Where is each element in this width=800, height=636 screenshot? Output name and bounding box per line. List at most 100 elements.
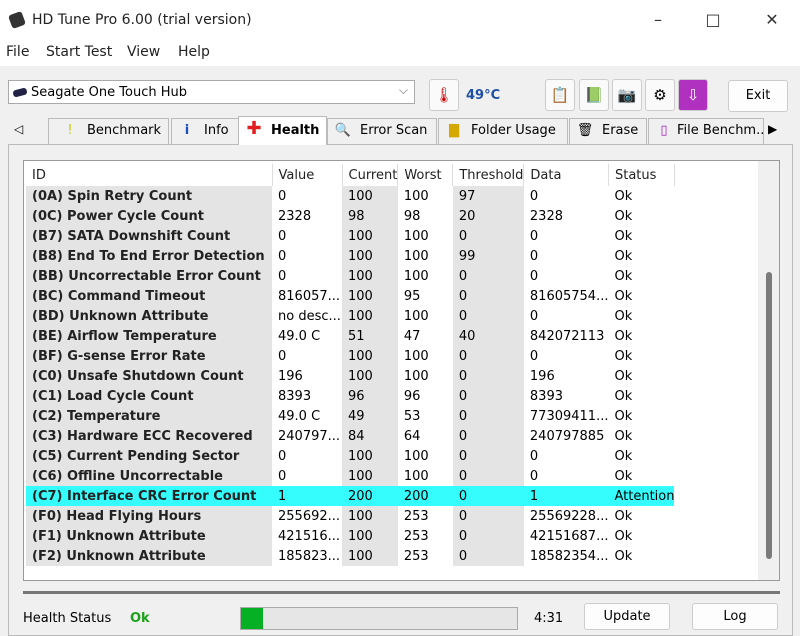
cell-current: 100 bbox=[342, 506, 398, 526]
column-threshold[interactable]: Threshold bbox=[452, 164, 525, 186]
copy-image-button[interactable]: 📗 bbox=[579, 79, 609, 111]
column-worst[interactable]: Worst bbox=[397, 164, 454, 186]
table-row[interactable]: (BB) Uncorrectable Error Count 0 100 100 0 0 O… bbox=[26, 266, 674, 286]
vertical-scrollbar[interactable] bbox=[758, 161, 779, 580]
table-row[interactable]: (C0) Unsafe Shutdown Count 196 100 100 0 196 O… bbox=[26, 366, 674, 386]
cell-id: (BE) Airflow Temperature bbox=[26, 326, 272, 346]
window-title: HD Tune Pro 6.00 (trial version) bbox=[32, 12, 252, 28]
cell-worst: 100 bbox=[403, 448, 429, 464]
cell-id: (C5) Current Pending Sector bbox=[26, 446, 272, 466]
column-value[interactable]: Value bbox=[272, 164, 343, 186]
cell-current: 100 bbox=[342, 526, 398, 546]
cell-status: Ok bbox=[614, 428, 633, 444]
table-row[interactable]: (C5) Current Pending Sector 0 100 100 0 0 Ok bbox=[26, 446, 674, 466]
table-row[interactable]: (0C) Power Cycle Count 2328 98 98 20 2328 Ok bbox=[26, 206, 674, 226]
tab-benchmark[interactable]: ! Benchmark bbox=[48, 118, 169, 144]
close-button[interactable]: ✕ bbox=[762, 10, 782, 30]
table-row[interactable]: (B7) SATA Downshift Count 0 100 100 0 0 Ok bbox=[26, 226, 674, 246]
cell-id: (BD) Unknown Attribute bbox=[26, 306, 272, 326]
table-row[interactable]: (BD) Unknown Attribute no desc... 100 100 0 0… bbox=[26, 306, 674, 326]
cell-threshold: 0 bbox=[452, 386, 524, 406]
copy-text-button[interactable]: 📋 bbox=[545, 79, 575, 111]
scrollbar-thumb[interactable] bbox=[766, 272, 772, 559]
cell-worst: 100 bbox=[403, 228, 429, 244]
screenshot-button[interactable]: 📷 bbox=[612, 79, 642, 111]
progress-bar bbox=[240, 607, 518, 630]
tab-file-benchmark[interactable]: ▯ File Benchm... bbox=[648, 118, 764, 144]
table-row[interactable]: (F0) Head Flying Hours 255692... 100 253 0 25… bbox=[26, 506, 674, 526]
cell-data: 0 bbox=[529, 468, 539, 484]
exit-button[interactable]: Exit bbox=[728, 80, 788, 112]
table-row[interactable]: (BE) Airflow Temperature 49.0 C 51 47 40 8420… bbox=[26, 326, 674, 346]
cell-current: 100 bbox=[342, 286, 398, 306]
column-current[interactable]: Current bbox=[342, 164, 399, 186]
cell-value: 0 bbox=[278, 348, 287, 364]
menu-file[interactable]: File bbox=[6, 44, 29, 60]
cell-threshold: 20 bbox=[452, 206, 524, 226]
cell-data: 0 bbox=[529, 248, 539, 264]
cell-threshold: 0 bbox=[452, 486, 524, 506]
cell-value: 240797... bbox=[278, 428, 341, 444]
drive-select[interactable]: Seagate One Touch Hub ⌵ bbox=[8, 80, 415, 104]
cell-value: 816057... bbox=[278, 288, 341, 304]
table-row[interactable]: (BC) Command Timeout 816057... 100 95 0 81605… bbox=[26, 286, 674, 306]
cell-current: 200 bbox=[342, 486, 398, 506]
drive-name: Seagate One Touch Hub bbox=[31, 85, 187, 100]
cell-id: (C7) Interface CRC Error Count bbox=[26, 486, 272, 506]
cell-status: Ok bbox=[614, 528, 633, 544]
cell-worst: 100 bbox=[403, 308, 429, 324]
minimize-button[interactable]: – bbox=[648, 10, 668, 30]
options-button[interactable]: ⚙ bbox=[645, 79, 675, 111]
cell-threshold: 0 bbox=[452, 226, 524, 246]
table-row[interactable]: (C6) Offline Uncorrectable 0 100 100 0 0 Ok bbox=[26, 466, 674, 486]
cell-value: 421516... bbox=[278, 528, 341, 544]
tab-health[interactable]: ✚ Health bbox=[238, 116, 327, 145]
cell-current: 100 bbox=[342, 346, 398, 366]
menu-start-test[interactable]: Start Test bbox=[46, 44, 112, 60]
column-data[interactable]: Data bbox=[523, 164, 609, 186]
tab-folder-usage[interactable]: ▇ Folder Usage bbox=[438, 118, 568, 144]
tab-erase[interactable]: 🗑 Erase bbox=[569, 118, 647, 144]
table-row[interactable]: (F2) Unknown Attribute 185823... 100 253 0 18… bbox=[26, 546, 674, 566]
red-cross-icon: ✚ bbox=[246, 118, 262, 139]
cell-status: Ok bbox=[614, 228, 633, 244]
cell-current: 100 bbox=[342, 466, 398, 486]
update-button[interactable]: Update bbox=[584, 603, 670, 630]
cell-data: 8393 bbox=[529, 388, 563, 404]
cell-data: 0 bbox=[529, 348, 539, 364]
log-button[interactable]: Log bbox=[692, 603, 778, 630]
cell-id: (F2) Unknown Attribute bbox=[26, 546, 272, 566]
table-row[interactable]: (C1) Load Cycle Count 8393 96 96 0 8393 Ok bbox=[26, 386, 674, 406]
menu-help[interactable]: Help bbox=[178, 44, 210, 60]
cell-threshold: 0 bbox=[452, 406, 524, 426]
table-row[interactable]: (BF) G-sense Error Rate 0 100 100 0 0 Ok bbox=[26, 346, 674, 366]
cell-data: 1 bbox=[523, 486, 609, 506]
table-row[interactable]: (F1) Unknown Attribute 421516... 100 253 0 42… bbox=[26, 526, 674, 546]
cell-data: 0 bbox=[529, 448, 539, 464]
table-row[interactable]: (C2) Temperature 49.0 C 49 53 0 77309411... Ok bbox=[26, 406, 674, 426]
table-row[interactable]: (C3) Hardware ECC Recovered 240797... 84 64… bbox=[26, 426, 674, 446]
table-row[interactable]: (0A) Spin Retry Count 0 100 100 97 0 Ok bbox=[26, 186, 674, 206]
cell-data: 81605754... bbox=[529, 288, 609, 304]
tab-error-scan[interactable]: 🔍 Error Scan bbox=[327, 118, 437, 144]
table-row[interactable]: (C7) Interface CRC Error Count 1 200 200 0 1 A… bbox=[26, 486, 675, 506]
cell-current: 100 bbox=[342, 306, 398, 326]
save-down-arrow-button[interactable]: ⇩ bbox=[678, 79, 708, 111]
cell-threshold: 99 bbox=[452, 246, 524, 266]
cell-status: Ok bbox=[614, 388, 633, 404]
tab-scroll-right-icon[interactable]: ▶ bbox=[768, 122, 777, 136]
table-row[interactable]: (B8) End To End Error Detection 0 100 100 99… bbox=[26, 246, 674, 266]
cell-threshold: 0 bbox=[452, 446, 524, 466]
cell-id: (F1) Unknown Attribute bbox=[26, 526, 272, 546]
column-status[interactable]: Status bbox=[608, 164, 675, 186]
menu-view[interactable]: View bbox=[127, 44, 160, 60]
smart-attribute-list[interactable]: ID Value Current Worst Threshold Data St… bbox=[23, 160, 780, 581]
column-id[interactable]: ID bbox=[26, 164, 273, 186]
cell-threshold: 0 bbox=[452, 366, 524, 386]
tab-info[interactable]: i Info bbox=[171, 118, 239, 144]
cell-id: (C1) Load Cycle Count bbox=[26, 386, 272, 406]
trash-icon: 🗑 bbox=[576, 123, 594, 138]
cell-worst: 100 bbox=[403, 468, 429, 484]
maximize-button[interactable]: □ bbox=[703, 10, 723, 30]
cell-id: (BB) Uncorrectable Error Count bbox=[26, 266, 272, 286]
